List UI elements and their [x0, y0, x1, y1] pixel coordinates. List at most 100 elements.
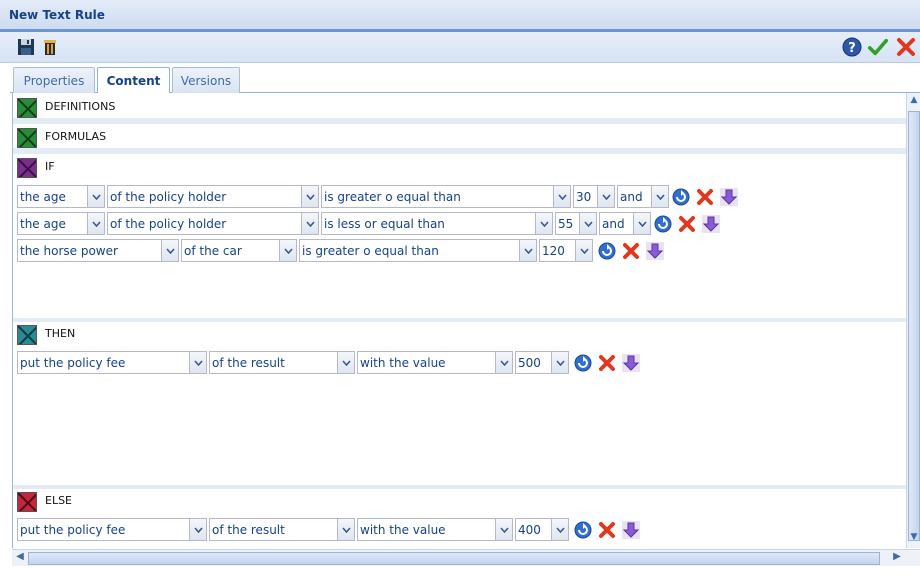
- svg-text:?: ?: [848, 41, 856, 56]
- tab-properties[interactable]: Properties: [13, 67, 95, 93]
- move-down-icon[interactable]: [621, 520, 641, 540]
- chevron-down-icon[interactable]: [579, 213, 596, 234]
- section-label-else: ELSE: [45, 494, 73, 507]
- remove-icon[interactable]: [597, 353, 617, 373]
- horizontal-scroll-thumb[interactable]: [28, 552, 880, 565]
- rule-editor: DEFINITIONS FORMULAS IF the age of the p…: [12, 93, 906, 548]
- section-label-if: IF: [45, 160, 55, 173]
- chevron-down-icon[interactable]: [551, 352, 568, 373]
- chevron-down-icon[interactable]: [337, 519, 354, 540]
- chevron-down-icon[interactable]: [535, 213, 552, 234]
- remove-icon[interactable]: [695, 187, 715, 207]
- action-select[interactable]: put the policy fee: [17, 518, 207, 541]
- scope-select[interactable]: of the result: [209, 351, 355, 374]
- chevron-down-icon[interactable]: [495, 519, 512, 540]
- scroll-right-icon[interactable]: ▶: [890, 551, 904, 565]
- subject-select[interactable]: the age: [17, 185, 105, 208]
- section-label-definitions: DEFINITIONS: [45, 100, 116, 113]
- value-select-value: 30: [576, 190, 592, 204]
- scope-select[interactable]: of the car: [181, 239, 297, 262]
- horizontal-scrollbar[interactable]: ◀ ▶: [12, 549, 920, 566]
- chevron-down-icon[interactable]: [495, 352, 512, 373]
- action-select[interactable]: put the policy fee: [17, 351, 207, 374]
- value-select-value: 120: [542, 244, 565, 258]
- value-select[interactable]: 55: [555, 212, 597, 235]
- refresh-icon[interactable]: [573, 520, 593, 540]
- close-icon[interactable]: [896, 37, 916, 57]
- scope-select-value: of the policy holder: [110, 217, 227, 231]
- save-icon[interactable]: [16, 37, 36, 57]
- chevron-down-icon[interactable]: [651, 186, 668, 207]
- refresh-icon[interactable]: [671, 187, 691, 207]
- chevron-down-icon[interactable]: [301, 186, 318, 207]
- value-select[interactable]: 120: [539, 239, 593, 262]
- if-section-icon[interactable]: [17, 158, 37, 178]
- scroll-up-icon[interactable]: ▲: [908, 95, 920, 109]
- operator-select[interactable]: is greater o equal than: [299, 239, 537, 262]
- refresh-icon[interactable]: [573, 353, 593, 373]
- operator-select-value: is greater o equal than: [324, 190, 461, 204]
- operator-select[interactable]: is less or equal than: [321, 212, 553, 235]
- connector-select-value: and: [620, 190, 643, 204]
- subject-select[interactable]: the age: [17, 212, 105, 235]
- chevron-down-icon[interactable]: [87, 213, 104, 234]
- chevron-down-icon[interactable]: [189, 519, 206, 540]
- scope-select[interactable]: of the policy holder: [107, 212, 319, 235]
- chevron-down-icon[interactable]: [337, 352, 354, 373]
- move-down-icon[interactable]: [621, 353, 641, 373]
- chevron-down-icon[interactable]: [87, 186, 104, 207]
- operator-select[interactable]: with the value: [357, 351, 513, 374]
- connector-select[interactable]: and: [599, 212, 651, 235]
- move-down-icon[interactable]: [645, 241, 665, 261]
- chevron-down-icon[interactable]: [189, 352, 206, 373]
- chevron-down-icon[interactable]: [553, 186, 570, 207]
- delete-icon[interactable]: [40, 37, 60, 57]
- scroll-left-icon[interactable]: ◀: [13, 551, 27, 565]
- scope-select-value: of the car: [184, 244, 242, 258]
- remove-icon[interactable]: [597, 520, 617, 540]
- refresh-icon[interactable]: [597, 241, 617, 261]
- operator-select[interactable]: with the value: [357, 518, 513, 541]
- action-select-value: put the policy fee: [20, 523, 126, 537]
- help-icon[interactable]: ?: [842, 37, 862, 57]
- scope-select[interactable]: of the policy holder: [107, 185, 319, 208]
- chevron-down-icon[interactable]: [633, 213, 650, 234]
- then-section-icon[interactable]: [17, 325, 37, 345]
- tab-content[interactable]: Content: [97, 67, 170, 94]
- formulas-section-icon[interactable]: [17, 128, 37, 148]
- chevron-down-icon[interactable]: [551, 519, 568, 540]
- else-section-icon[interactable]: [17, 492, 37, 512]
- section-definitions: DEFINITIONS: [13, 95, 906, 124]
- chevron-down-icon[interactable]: [279, 240, 296, 261]
- remove-icon[interactable]: [621, 241, 641, 261]
- section-label-formulas: FORMULAS: [45, 130, 107, 143]
- refresh-icon[interactable]: [653, 214, 673, 234]
- chevron-down-icon[interactable]: [575, 240, 592, 261]
- vertical-scroll-thumb[interactable]: [908, 111, 920, 541]
- operator-select[interactable]: is greater o equal than: [321, 185, 571, 208]
- value-select[interactable]: 30: [573, 185, 615, 208]
- tab-versions[interactable]: Versions: [172, 67, 240, 93]
- chevron-down-icon[interactable]: [597, 186, 614, 207]
- scroll-down-icon[interactable]: ▼: [908, 532, 920, 546]
- scope-select[interactable]: of the result: [209, 518, 355, 541]
- move-down-icon[interactable]: [701, 214, 721, 234]
- connector-select[interactable]: and: [617, 185, 669, 208]
- toolbar: ?: [0, 32, 920, 63]
- chevron-down-icon[interactable]: [519, 240, 536, 261]
- vertical-scrollbar[interactable]: ▲ ▼: [906, 93, 920, 548]
- chevron-down-icon[interactable]: [161, 240, 178, 261]
- subject-select[interactable]: the horse power: [17, 239, 179, 262]
- operator-select-value: with the value: [360, 523, 446, 537]
- value-select[interactable]: 500: [515, 351, 569, 374]
- subject-select-value: the age: [20, 190, 66, 204]
- section-divider: [13, 118, 906, 124]
- value-select[interactable]: 400: [515, 518, 569, 541]
- chevron-down-icon[interactable]: [301, 213, 318, 234]
- section-label-then: THEN: [45, 327, 76, 340]
- definitions-section-icon[interactable]: [17, 98, 37, 118]
- tab-bar: Properties Content Versions: [10, 65, 920, 94]
- accept-icon[interactable]: [868, 37, 888, 57]
- remove-icon[interactable]: [677, 214, 697, 234]
- move-down-icon[interactable]: [719, 187, 739, 207]
